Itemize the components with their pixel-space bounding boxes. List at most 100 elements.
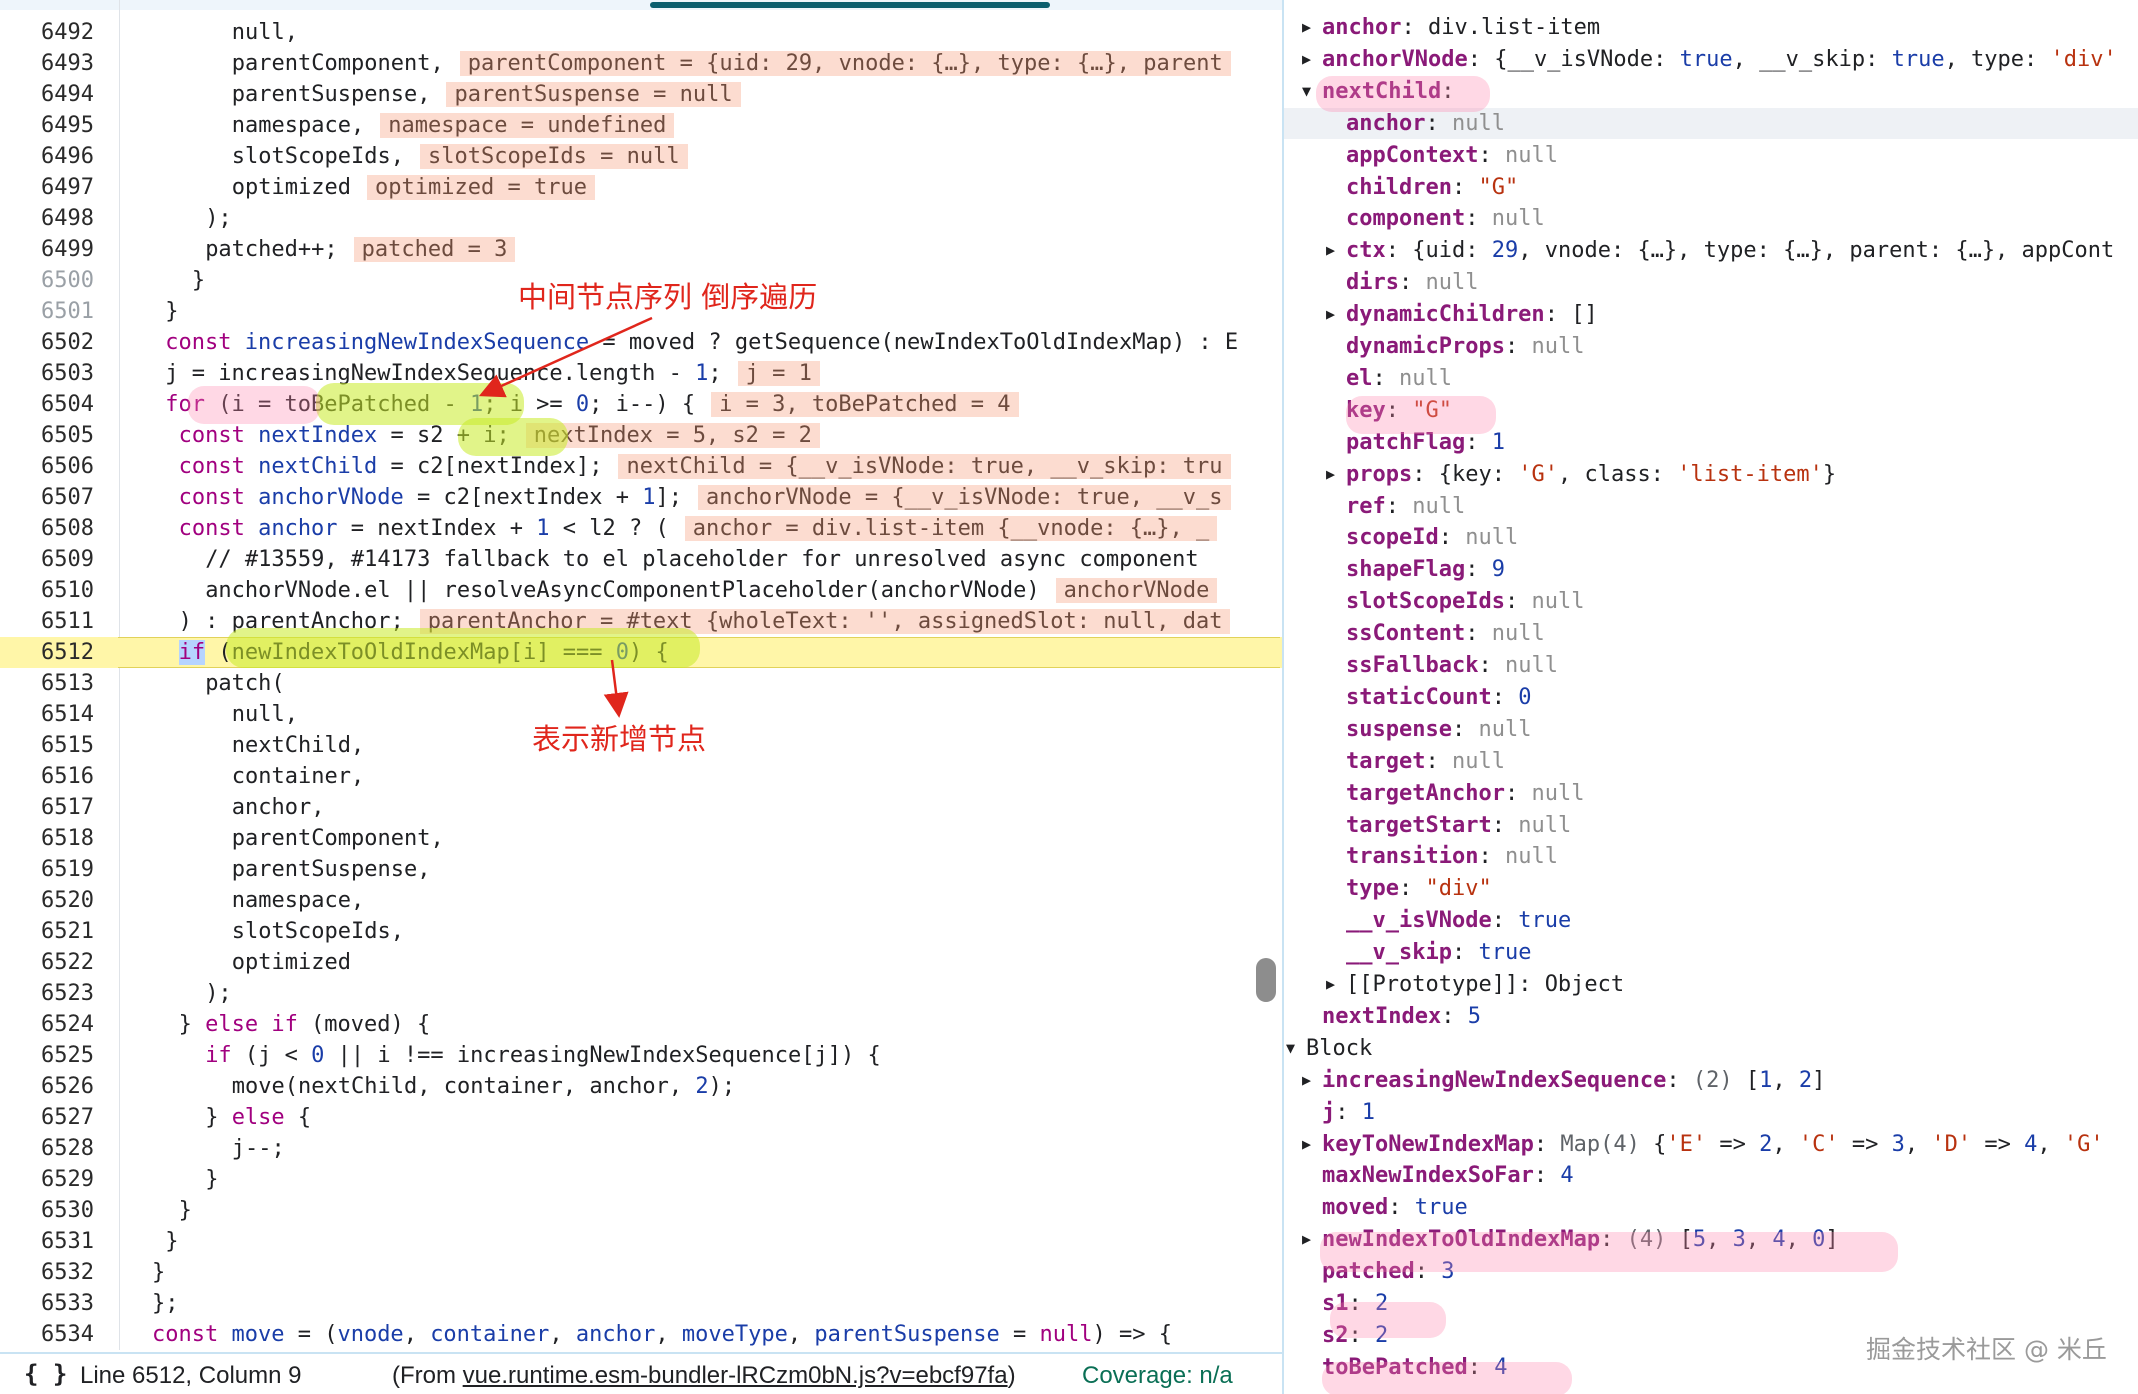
code-line[interactable]: 6531} <box>0 1226 1282 1257</box>
scope-property-row[interactable]: shapeFlag: 9 <box>1284 554 2138 585</box>
expand-triangle-icon[interactable]: ▶ <box>1302 1224 1311 1255</box>
collapse-triangle-icon[interactable]: ▼ <box>1302 76 1311 107</box>
code-line[interactable]: 6526 move(nextChild, container, anchor, 2… <box>0 1071 1282 1102</box>
scope-property-row[interactable]: dirs: null <box>1284 267 2138 298</box>
expand-triangle-icon[interactable]: ▶ <box>1326 299 1335 330</box>
expand-triangle-icon[interactable]: ▶ <box>1302 1065 1311 1096</box>
code-line[interactable]: 6523); <box>0 978 1282 1009</box>
line-number[interactable]: 6517 <box>14 792 94 823</box>
code-line[interactable]: 6503 j = increasingNewIndexSequence.lengt… <box>0 358 1282 389</box>
expand-triangle-icon[interactable]: ▶ <box>1326 235 1335 266</box>
line-number[interactable]: 6511 <box>14 606 94 637</box>
scope-section-header[interactable]: ▼ Block <box>1284 1033 2138 1064</box>
line-number[interactable]: 6516 <box>14 761 94 792</box>
scope-property-row[interactable]: slotScopeIds: null <box>1284 586 2138 617</box>
code-line[interactable]: 6524} else if (moved) { <box>0 1009 1282 1040</box>
line-number[interactable]: 6515 <box>14 730 94 761</box>
scope-property-row[interactable]: ▶ dynamicChildren: [] <box>1284 299 2138 330</box>
line-number[interactable]: 6523 <box>14 978 94 1009</box>
line-number[interactable]: 6497 <box>14 172 94 203</box>
code-line[interactable]: 6532} <box>0 1257 1282 1288</box>
code-line[interactable]: 6528 j--; <box>0 1133 1282 1164</box>
scope-property-row[interactable]: suspense: null <box>1284 714 2138 745</box>
scope-property-row[interactable]: ▶ props: {key: 'G', class: 'list-item'} <box>1284 459 2138 490</box>
collapse-triangle-icon[interactable]: ▼ <box>1286 1033 1295 1064</box>
line-number[interactable]: 6522 <box>14 947 94 978</box>
code-line[interactable]: 6517 anchor, <box>0 792 1282 823</box>
line-number[interactable]: 6500 <box>14 265 94 296</box>
code-line[interactable]: 6529} <box>0 1164 1282 1195</box>
line-number[interactable]: 6533 <box>14 1288 94 1319</box>
scope-property-row[interactable]: type: "div" <box>1284 873 2138 904</box>
line-number[interactable]: 6492 <box>14 17 94 48</box>
code-line[interactable]: 6498); <box>0 203 1282 234</box>
code-line[interactable]: 6502 const increasingNewIndexSequence = m… <box>0 327 1282 358</box>
line-number[interactable]: 6527 <box>14 1102 94 1133</box>
line-number[interactable]: 6528 <box>14 1133 94 1164</box>
code-line[interactable]: 6493 parentComponent, parentComponent = {u… <box>0 48 1282 79</box>
line-number[interactable]: 6505 <box>14 420 94 451</box>
line-number[interactable]: 6514 <box>14 699 94 730</box>
code-line[interactable]: 6519 parentSuspense, <box>0 854 1282 885</box>
code-line[interactable]: 6527} else { <box>0 1102 1282 1133</box>
scope-property-row[interactable]: target: null <box>1284 746 2138 777</box>
code-line[interactable]: 6499 patched++; patched = 3 <box>0 234 1282 265</box>
expand-triangle-icon[interactable]: ▶ <box>1326 969 1335 1000</box>
code-line[interactable]: 6492 null, <box>0 17 1282 48</box>
scope-panel[interactable]: ▶ anchor: div.list-item ▶ anchorVNode: {__v… <box>1284 0 2138 1394</box>
expand-triangle-icon[interactable]: ▶ <box>1326 459 1335 490</box>
code-line[interactable]: 6509 // #13559, #14173 fallback to el pla… <box>0 544 1282 575</box>
line-number[interactable]: 6506 <box>14 451 94 482</box>
scope-property-row[interactable]: dynamicProps: null <box>1284 331 2138 362</box>
code-line[interactable]: 6506 const nextChild = c2[nextIndex]; next… <box>0 451 1282 482</box>
line-number[interactable]: 6501 <box>14 296 94 327</box>
scope-property-row[interactable]: children: "G" <box>1284 172 2138 203</box>
code-line[interactable]: 6521 slotScopeIds, <box>0 916 1282 947</box>
code-line[interactable]: 6534 const move = (vnode, container, anch… <box>0 1319 1282 1350</box>
code-line[interactable]: 6496 slotScopeIds, slotScopeIds = null <box>0 141 1282 172</box>
scope-property-row[interactable]: appContext: null <box>1284 140 2138 171</box>
scope-property-row[interactable]: transition: null <box>1284 841 2138 872</box>
line-number[interactable]: 6525 <box>14 1040 94 1071</box>
line-number[interactable]: 6493 <box>14 48 94 79</box>
code-line[interactable]: 6497 optimized optimized = true <box>0 172 1282 203</box>
code-line[interactable]: 6508 const anchor = nextIndex + 1 < l2 ? … <box>0 513 1282 544</box>
code-line[interactable]: 6525 if (j < 0 || i !== increasingNewInde… <box>0 1040 1282 1071</box>
scope-property-row[interactable]: staticCount: 0 <box>1284 682 2138 713</box>
code-line[interactable]: 6520 namespace, <box>0 885 1282 916</box>
line-number[interactable]: 6529 <box>14 1164 94 1195</box>
scope-property-row[interactable]: ▶ anchorVNode: {__v_isVNode: true, __v_sk… <box>1284 44 2138 75</box>
line-number[interactable]: 6520 <box>14 885 94 916</box>
expand-triangle-icon[interactable]: ▶ <box>1302 12 1311 43</box>
code-line[interactable]: 6516 container, <box>0 761 1282 792</box>
scope-property-row[interactable]: anchor: null <box>1284 107 2138 139</box>
line-number[interactable]: 6521 <box>14 916 94 947</box>
scope-property-row[interactable]: ▶ keyToNewIndexMap: Map(4) {'E' => 2, 'C'… <box>1284 1129 2138 1160</box>
line-number[interactable]: 6499 <box>14 234 94 265</box>
expand-triangle-icon[interactable]: ▶ <box>1302 1129 1311 1160</box>
line-number[interactable]: 6532 <box>14 1257 94 1288</box>
scope-property-row[interactable]: ssContent: null <box>1284 618 2138 649</box>
code-line[interactable]: 6495 namespace, namespace = undefined <box>0 110 1282 141</box>
code-editor[interactable]: 6492 null, 6493 parentComponent, parentCompo… <box>0 0 1282 1350</box>
line-number[interactable]: 6512 <box>14 637 94 668</box>
scope-property-row[interactable]: targetStart: null <box>1284 810 2138 841</box>
scope-property-row[interactable]: ssFallback: null <box>1284 650 2138 681</box>
line-number[interactable]: 6524 <box>14 1009 94 1040</box>
code-line[interactable]: 6522 optimized <box>0 947 1282 978</box>
scope-property-row[interactable]: ▶ [[Prototype]]: Object <box>1284 969 2138 1000</box>
code-line[interactable]: 6510 anchorVNode.el || resolveAsyncCompon… <box>0 575 1282 606</box>
scope-property-row[interactable]: maxNewIndexSoFar: 4 <box>1284 1160 2138 1191</box>
line-number[interactable]: 6513 <box>14 668 94 699</box>
line-number[interactable]: 6530 <box>14 1195 94 1226</box>
scope-property-row[interactable]: scopeId: null <box>1284 522 2138 553</box>
line-number[interactable]: 6496 <box>14 141 94 172</box>
line-number[interactable]: 6518 <box>14 823 94 854</box>
line-number[interactable]: 6504 <box>14 389 94 420</box>
code-line[interactable]: 6507 const anchorVNode = c2[nextIndex + 1… <box>0 482 1282 513</box>
line-number[interactable]: 6498 <box>14 203 94 234</box>
code-line[interactable]: 6530} <box>0 1195 1282 1226</box>
source-file-link[interactable]: vue.runtime.esm-bundler-lRCzm0bN.js?v=eb… <box>463 1362 1008 1389</box>
code-line[interactable]: 6533}; <box>0 1288 1282 1319</box>
line-number[interactable]: 6502 <box>14 327 94 358</box>
